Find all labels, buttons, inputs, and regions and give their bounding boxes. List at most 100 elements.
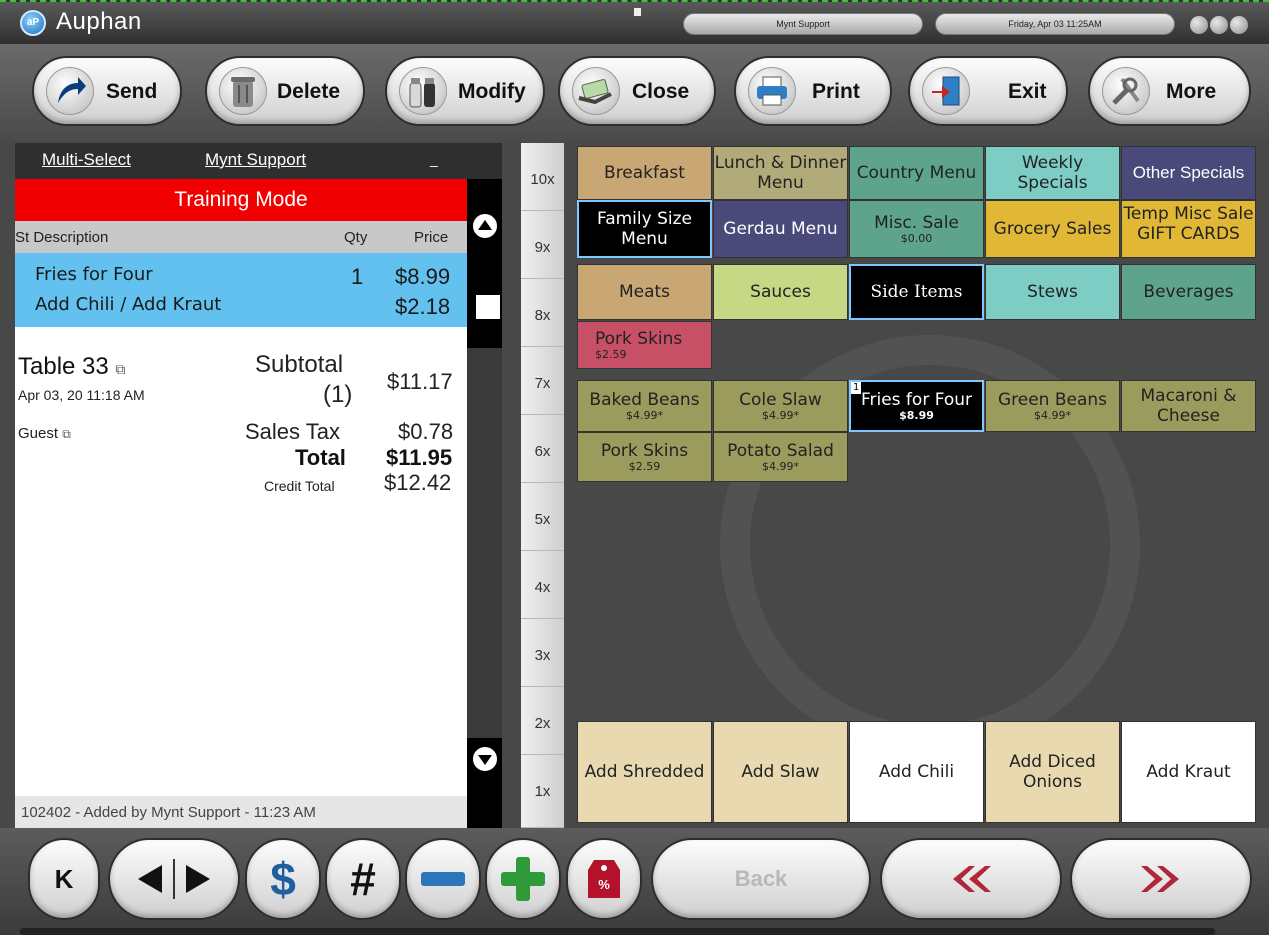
order-line[interactable]: Fries for Four 1 $8.99 <box>15 264 467 289</box>
number-button[interactable]: # <box>325 838 401 920</box>
guest-label: Guest <box>18 425 59 442</box>
exit-door-icon <box>922 67 970 115</box>
subcategory-stews[interactable]: Stews <box>985 264 1120 320</box>
multiplier-5x[interactable]: 5x <box>521 483 564 551</box>
title-bar: aP Auphan Mynt Support Friday, Apr 03 11… <box>0 0 1269 44</box>
subcategory-label: Side Items <box>870 282 963 302</box>
server-link[interactable]: Mynt Support <box>205 150 306 170</box>
order-line-qty: 1 <box>351 264 364 289</box>
back-button[interactable]: Back <box>651 838 871 920</box>
item-misc-sale[interactable]: Misc. Sale $0.00 <box>849 200 984 258</box>
order-totals: Table 33 ⧉ Apr 03, 20 11:18 AM Guest ⧉ S… <box>15 327 467 627</box>
keyboard-button[interactable]: K <box>28 838 100 920</box>
order-datetime: Apr 03, 20 11:18 AM <box>18 387 145 403</box>
window-dot-icon[interactable] <box>1190 16 1208 34</box>
window-dot-icon[interactable] <box>1210 16 1228 34</box>
table-number[interactable]: Table 33 ⧉ <box>18 353 125 381</box>
current-user-pill[interactable]: Mynt Support <box>683 13 923 35</box>
exit-button[interactable]: Exit <box>908 56 1068 126</box>
category-grocery-sales[interactable]: Grocery Sales <box>985 200 1120 258</box>
category-weekly-specials[interactable]: Weekly Specials <box>985 146 1120 200</box>
status-strip <box>20 928 1215 935</box>
scroll-thumb[interactable] <box>476 295 500 319</box>
window-dot-icon[interactable] <box>1230 16 1248 34</box>
item-label: Potato Salad <box>727 441 834 461</box>
order-line-price: $2.18 <box>395 294 451 319</box>
multiplier-8x[interactable]: 8x <box>521 279 564 347</box>
close-button[interactable]: Close <box>558 56 716 126</box>
send-button[interactable]: Send <box>32 56 182 126</box>
multi-select-link[interactable]: Multi-Select <box>42 150 131 170</box>
auphan-logo-icon: aP <box>20 10 46 36</box>
scroll-track[interactable] <box>467 348 502 738</box>
keyboard-label: K <box>54 863 74 894</box>
item-baked-beans[interactable]: Baked Beans $4.99* <box>577 380 712 432</box>
multiplier-6x[interactable]: 6x <box>521 415 564 483</box>
scroll-down-icon[interactable] <box>470 744 500 774</box>
print-label: Print <box>812 80 860 103</box>
category-breakfast[interactable]: Breakfast <box>577 146 712 200</box>
page-back-button[interactable] <box>880 838 1062 920</box>
subcategory-meats[interactable]: Meats <box>577 264 712 320</box>
item-fries-for-four[interactable]: 1 Fries for Four $8.99 <box>849 380 984 432</box>
credit-total-value: $12.42 <box>384 470 452 495</box>
multiplier-9x[interactable]: 9x <box>521 211 564 279</box>
category-other-specials[interactable]: Other Specials <box>1121 146 1256 200</box>
multiplier-4x[interactable]: 4x <box>521 551 564 619</box>
printer-icon <box>748 67 796 115</box>
subcategory-side-items[interactable]: Side Items <box>849 264 984 320</box>
discount-button[interactable]: % <box>566 838 642 920</box>
multiplier-10x[interactable]: 10x <box>521 143 564 211</box>
subcategory-beverages[interactable]: Beverages <box>1121 264 1256 320</box>
modifier-add-slaw[interactable]: Add Slaw <box>713 721 848 823</box>
item-macaroni-cheese[interactable]: Macaroni & Cheese <box>1121 380 1256 432</box>
modifier-add-kraut[interactable]: Add Kraut <box>1121 721 1256 823</box>
item-pork-skins[interactable]: Pork Skins $2.59 <box>577 432 712 482</box>
category-gerdau-menu[interactable]: Gerdau Menu <box>713 200 848 258</box>
category-family-size[interactable]: Family Size Menu <box>577 200 712 258</box>
category-lunch-dinner[interactable]: Lunch & Dinner Menu <box>713 146 848 200</box>
plus-icon <box>501 857 545 901</box>
item-cole-slaw[interactable]: Cole Slaw $4.99* <box>713 380 848 432</box>
print-button[interactable]: Print <box>734 56 892 126</box>
increase-button[interactable] <box>485 838 561 920</box>
item-label: Cole Slaw <box>739 390 822 410</box>
modifier-label: Add Shredded <box>584 762 705 782</box>
item-potato-salad[interactable]: Potato Salad $4.99* <box>713 432 848 482</box>
double-chevron-right-icon <box>1141 866 1179 892</box>
item-label: Green Beans <box>997 390 1108 410</box>
item-price: $2.59 <box>628 460 661 473</box>
more-button[interactable]: More <box>1088 56 1251 126</box>
category-temp-misc-gift[interactable]: Temp Misc Sale GIFT CARDS <box>1121 200 1256 258</box>
category-country-menu[interactable]: Country Menu <box>849 146 984 200</box>
item-pork-skins-special[interactable]: Pork Skins $2.59 <box>577 321 712 369</box>
modifier-add-shredded[interactable]: Add Shredded <box>577 721 712 823</box>
decrease-button[interactable] <box>405 838 481 920</box>
send-label: Send <box>106 80 158 103</box>
subcategory-label: Stews <box>1027 282 1078 302</box>
order-items-selected[interactable]: Fries for Four 1 $8.99 Add Chili / Add K… <box>15 253 467 327</box>
guest-link[interactable]: Guest ⧉ <box>18 425 71 442</box>
subtotal-value: $11.17 <box>387 369 453 394</box>
close-label: Close <box>632 80 690 103</box>
popout-icon[interactable]: ⧉ <box>115 361 125 377</box>
page-forward-button[interactable] <box>1070 838 1252 920</box>
item-price: $2.59 <box>595 348 627 361</box>
subcategory-sauces[interactable]: Sauces <box>713 264 848 320</box>
multiplier-3x[interactable]: 3x <box>521 619 564 687</box>
order-panel-header: Multi-Select Mynt Support _ <box>15 143 502 179</box>
delete-button[interactable]: Delete <box>205 56 365 126</box>
multiplier-1x[interactable]: 1x <box>521 755 564 828</box>
prev-next-button[interactable] <box>108 838 240 920</box>
training-mode-banner: Training Mode <box>15 179 467 221</box>
modifier-add-diced-onions[interactable]: Add Diced Onions <box>985 721 1120 823</box>
modify-button[interactable]: Modify <box>385 56 545 126</box>
modifier-add-chili[interactable]: Add Chili <box>849 721 984 823</box>
scroll-up-icon[interactable] <box>470 211 500 241</box>
cash-button[interactable]: $ <box>245 838 321 920</box>
multiplier-7x[interactable]: 7x <box>521 347 564 415</box>
multiplier-2x[interactable]: 2x <box>521 687 564 755</box>
order-line[interactable]: Add Chili / Add Kraut $2.18 <box>15 294 467 319</box>
hash-icon: # <box>350 853 376 905</box>
item-green-beans[interactable]: Green Beans $4.99* <box>985 380 1120 432</box>
